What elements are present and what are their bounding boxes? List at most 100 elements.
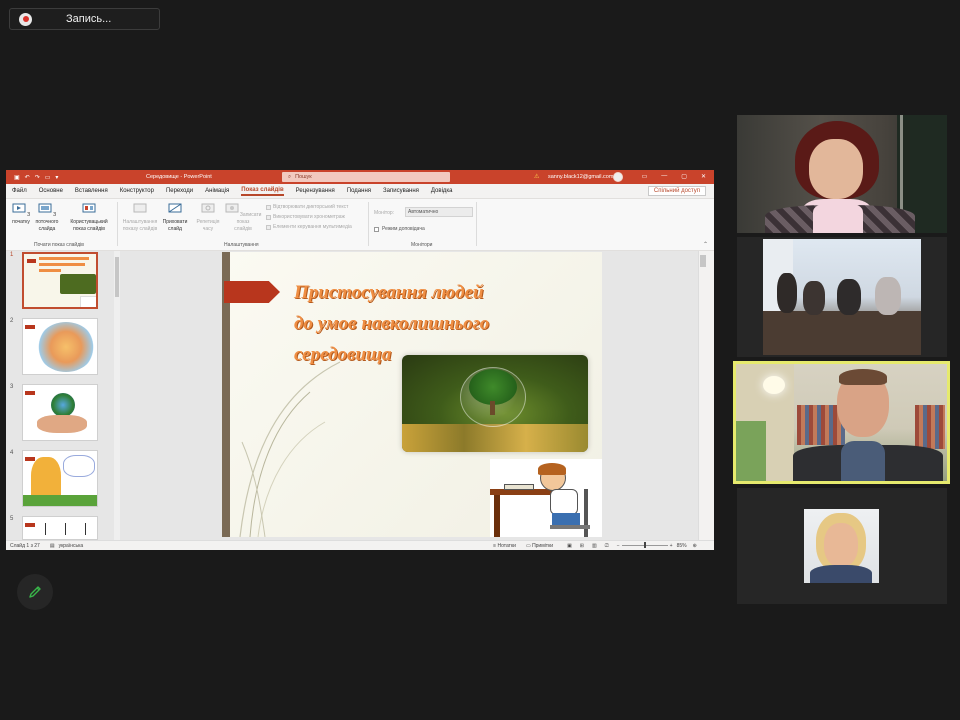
annotate-button[interactable] <box>17 574 53 610</box>
hide-slide-label: Приховати слайд <box>162 219 188 232</box>
record-icon <box>19 12 32 26</box>
group-label-setup: Налаштування <box>224 242 259 248</box>
avatar[interactable] <box>613 172 623 182</box>
group-label-monitors: Монітори <box>411 242 433 248</box>
user-email[interactable]: sanny.black12@gmail.com <box>548 174 613 180</box>
language-label[interactable]: українська <box>59 543 84 549</box>
slide-arrow-decoration <box>224 281 280 303</box>
from-current-button[interactable]: З поточного слайда <box>32 203 62 233</box>
current-slide[interactable]: Пристосування людей до умов навколишньог… <box>222 252 602 537</box>
pencil-icon <box>29 586 41 598</box>
thumbnail-number: 3 <box>10 384 14 390</box>
zoom-level[interactable]: 85% <box>677 543 687 549</box>
from-current-label: З поточного слайда <box>35 212 59 232</box>
thumbnail-number: 5 <box>10 516 14 522</box>
custom-show-button[interactable]: Користувацький показ слайдів <box>66 203 112 233</box>
reading-view-icon[interactable]: ▥ <box>592 543 597 549</box>
participant-video-active-speaker[interactable] <box>733 361 950 484</box>
shared-screen-powerpoint: ▣ ↶ ↷ ▭ ▾ Середовище - PowerPoint ⌕ Пошу… <box>6 170 714 550</box>
comments-button[interactable]: ▭ Примітки <box>526 543 553 549</box>
thumbnail-image <box>22 252 98 309</box>
zoom-slider[interactable] <box>621 542 668 548</box>
zoom-slider-thumb[interactable] <box>643 542 646 548</box>
slide-scrollbar[interactable] <box>698 251 706 540</box>
tab-9[interactable]: Подання <box>347 188 371 194</box>
tab-5[interactable]: Переходи <box>166 188 193 194</box>
tab-7[interactable]: Показ слайдів <box>241 187 284 196</box>
tab-11[interactable]: Довідка <box>431 188 453 194</box>
hide-slide-button[interactable]: Приховати слайд <box>160 203 190 233</box>
ribbon-display-icon[interactable]: ▭ <box>642 173 648 180</box>
narration-checkbox[interactable]: Відтворювати дикторський текст <box>266 204 348 210</box>
notes-button[interactable]: ≡ Нотатки <box>493 543 516 549</box>
slide-thumbnail[interactable]: 3 <box>10 384 98 441</box>
close-icon[interactable]: ✕ <box>701 173 706 180</box>
participant-video-1[interactable] <box>737 115 947 233</box>
slideshow-start-icon <box>12 203 26 213</box>
rehearse-timings-button[interactable]: Репетиція часу <box>194 203 222 233</box>
thumbnail-image <box>22 450 98 507</box>
timings-checkbox[interactable]: Використовувати хронометраж <box>266 214 345 220</box>
spellcheck-icon[interactable]: ▤ <box>50 543 55 549</box>
slideshow-view-icon[interactable]: ⎚ <box>605 543 609 549</box>
collapse-ribbon-icon[interactable]: ⌃ <box>703 241 708 248</box>
custom-show-label: Користувацький показ слайдів <box>70 219 108 232</box>
presenter-view-checkbox[interactable]: Режим доповідача <box>374 226 425 232</box>
search-placeholder: Пошук <box>295 174 312 180</box>
save-icon[interactable]: ▣ <box>14 174 20 181</box>
participant-video-4[interactable] <box>737 488 947 604</box>
tab-6[interactable]: Анімація <box>205 188 229 194</box>
setup-show-button[interactable]: Налаштування показу слайдів <box>120 203 160 233</box>
participant-video-2[interactable] <box>737 237 947 357</box>
tab-4[interactable]: Конструктор <box>120 188 154 194</box>
search-box[interactable]: ⌕ Пошук <box>282 172 450 182</box>
normal-view-icon[interactable]: ▣ <box>567 543 572 549</box>
monitor-select[interactable]: Автоматично <box>405 207 473 217</box>
slideshow-current-icon <box>38 203 52 213</box>
group-divider <box>368 202 369 246</box>
share-label: Спільний доступ <box>653 188 700 194</box>
group-divider <box>476 202 477 246</box>
slide-thumbnail[interactable]: 2 <box>10 318 98 375</box>
recording-indicator[interactable]: Запись... <box>9 8 160 30</box>
from-beginning-button[interactable]: З початку <box>10 203 32 226</box>
customize-qat-icon[interactable]: ▾ <box>55 174 58 181</box>
rehearse-label: Репетиція часу <box>196 219 220 232</box>
thumbnail-number: 2 <box>10 318 14 324</box>
tab-1[interactable]: Файл <box>12 188 27 194</box>
record-show-button[interactable]: Записати показ слайдів <box>222 203 264 233</box>
undo-icon[interactable]: ↶ <box>25 174 30 181</box>
setup-show-label: Налаштування показу слайдів <box>122 219 158 232</box>
media-controls-label: Елементи керування мультимедіа <box>273 224 352 230</box>
warning-icon[interactable]: ⚠ <box>534 173 539 180</box>
tab-2[interactable]: Основне <box>39 188 63 194</box>
media-controls-checkbox[interactable]: Елементи керування мультимедіа <box>266 224 352 230</box>
slide-thumbnail[interactable]: 1 <box>10 252 98 309</box>
workspace: 1 2 3 4 5 Пристосування людей до умов на… <box>6 251 714 540</box>
share-button[interactable]: Спільний доступ <box>647 186 706 196</box>
slide-thumbnail[interactable]: 4 <box>10 450 98 507</box>
setup-show-icon <box>133 203 147 213</box>
group-divider <box>117 202 118 246</box>
notes-label: Нотатки <box>497 542 516 549</box>
zoom-in-icon[interactable]: + <box>670 543 673 549</box>
thumbnail-number: 1 <box>10 252 14 258</box>
status-bar: Слайд 1 з 27 ▤ українська ≡ Нотатки ▭ Пр… <box>6 540 714 550</box>
tab-8[interactable]: Рецензування <box>296 188 335 194</box>
thumbnail-image <box>22 384 98 441</box>
maximize-icon[interactable]: ▢ <box>681 173 687 180</box>
fit-slide-icon[interactable]: ⊕ <box>693 543 697 549</box>
minimize-icon[interactable]: — <box>661 173 667 180</box>
redo-icon[interactable]: ↷ <box>35 174 40 181</box>
zoom-out-icon[interactable]: − <box>617 543 620 549</box>
hide-slide-icon <box>168 203 182 213</box>
tab-10[interactable]: Записування <box>383 188 419 194</box>
tab-3[interactable]: Вставлення <box>75 188 108 194</box>
start-show-icon[interactable]: ▭ <box>45 174 51 181</box>
sorter-view-icon[interactable]: ⊞ <box>580 543 584 549</box>
timings-label: Використовувати хронометраж <box>273 214 345 220</box>
rehearse-icon <box>201 203 215 213</box>
slide-thumbnail[interactable]: 5 <box>10 516 98 540</box>
search-icon: ⌕ <box>288 173 292 180</box>
narration-label: Відтворювати дикторський текст <box>273 204 349 210</box>
